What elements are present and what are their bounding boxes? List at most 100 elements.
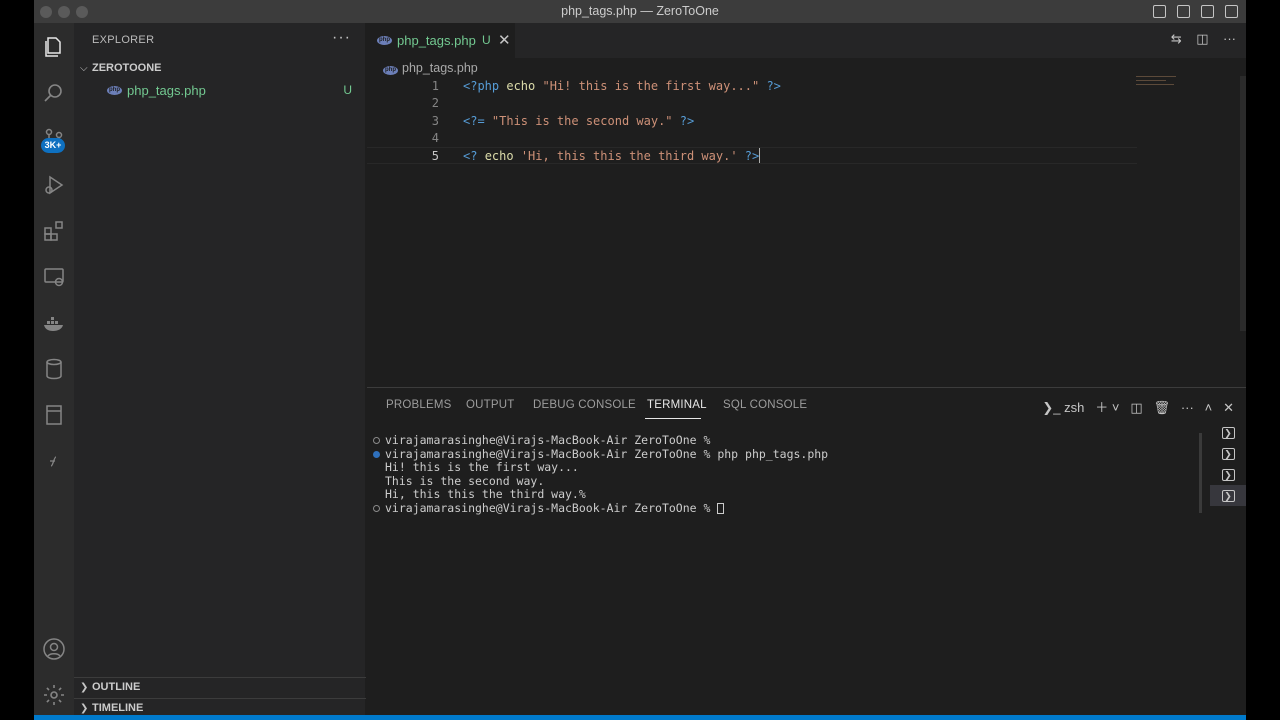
- chevron-right-icon: ❯: [80, 703, 89, 714]
- code-line[interactable]: 4: [367, 130, 1246, 147]
- code-token: "This is the second way.": [491, 113, 673, 128]
- split-terminal-icon[interactable]: ◫: [1130, 400, 1142, 415]
- terminal-instance[interactable]: ❯: [1210, 485, 1246, 506]
- toggle-sidebar-icon[interactable]: [1153, 5, 1166, 18]
- terminal-output[interactable]: virajamarasinghe@Virajs-MacBook-Air Zero…: [367, 433, 1202, 515]
- search-icon[interactable]: [38, 77, 70, 109]
- command-decoration-icon[interactable]: [373, 437, 380, 444]
- settings-gear-icon[interactable]: [38, 679, 70, 711]
- run-debug-icon[interactable]: [38, 169, 70, 201]
- open-changes-icon[interactable]: ⇆: [1171, 31, 1182, 46]
- code-text: <?= "This is the second way." ?>: [463, 113, 694, 130]
- breadcrumb[interactable]: php php_tags.php: [383, 61, 478, 79]
- docker-icon[interactable]: [38, 307, 70, 339]
- terminal-instance[interactable]: ❯: [1210, 443, 1246, 464]
- active-tab-indicator: [645, 418, 701, 419]
- chevron-right-icon: ❯: [80, 682, 89, 693]
- git-untracked-badge: U: [343, 83, 352, 97]
- php-file-icon: php: [107, 86, 122, 95]
- terminal-scrollbar[interactable]: [1199, 433, 1202, 513]
- split-editor-icon[interactable]: ◫: [1196, 31, 1208, 46]
- code-line[interactable]: 5 <? echo 'Hi, this this the third way.' …: [367, 147, 1137, 165]
- php-file-icon: php: [377, 36, 392, 45]
- close-panel-icon[interactable]: ✕: [1223, 400, 1234, 415]
- tab-debug-console[interactable]: DEBUG CONSOLE: [533, 399, 636, 411]
- code-token: <?=: [463, 113, 492, 128]
- terminal-text: virajamarasinghe@Virajs-MacBook-Air Zero…: [385, 446, 829, 461]
- more-actions-icon[interactable]: ···: [1181, 400, 1194, 415]
- new-terminal-icon[interactable]: ＋: [1095, 400, 1108, 415]
- customize-layout-icon[interactable]: [1225, 5, 1238, 18]
- code-editor[interactable]: 1 <?php echo "Hi! this is the first way..…: [367, 78, 1246, 165]
- close-icon[interactable]: ✕: [498, 31, 511, 49]
- tab-output[interactable]: OUTPUT: [466, 399, 514, 411]
- vscode-window: php_tags.php — ZeroToOne 3K+ EXPLORER ··…: [34, 0, 1246, 720]
- panel-actions: ❯_ zsh ＋ ˅ ◫ 🗑 ··· ˄ ✕: [1042, 397, 1234, 416]
- toggle-panel-icon[interactable]: [1177, 5, 1190, 18]
- code-token: ?>: [759, 79, 781, 93]
- terminal-line: virajamarasinghe@Virajs-MacBook-Air Zero…: [367, 446, 1202, 462]
- tab-terminal[interactable]: TERMINAL: [647, 399, 707, 411]
- minimap[interactable]: [1136, 76, 1180, 90]
- line-number: 3: [431, 113, 439, 128]
- shell-name[interactable]: zsh: [1064, 400, 1084, 415]
- editor-tab-bar: php php_tags.php U ✕ ⇆ ◫ ···: [367, 23, 1246, 58]
- terminal-text: virajamarasinghe@Virajs-MacBook-Air Zero…: [385, 433, 718, 447]
- code-token: echo: [484, 149, 521, 164]
- tab-php-tags[interactable]: php php_tags.php U ✕: [367, 23, 515, 58]
- explorer-icon[interactable]: [38, 31, 70, 63]
- book-icon[interactable]: [38, 399, 70, 431]
- text-caret: [759, 148, 761, 164]
- explorer-more-actions-button[interactable]: ···: [332, 29, 351, 47]
- line-number: 4: [431, 130, 439, 145]
- editor-actions: ⇆ ◫ ···: [1171, 31, 1236, 47]
- line-number: 5: [431, 149, 439, 164]
- terminal-cursor: [717, 502, 725, 514]
- more-actions-icon[interactable]: ···: [1223, 31, 1236, 46]
- maximize-panel-icon[interactable]: ˄: [1205, 400, 1213, 415]
- activity-bar: 3K+: [34, 23, 74, 720]
- code-token: "Hi! this is the first way...": [542, 79, 760, 93]
- bottom-panel: PROBLEMS OUTPUT DEBUG CONSOLE TERMINAL S…: [367, 387, 1246, 720]
- symfony-icon[interactable]: [38, 445, 70, 477]
- breadcrumb-file: php_tags.php: [402, 61, 478, 75]
- code-line[interactable]: 2: [367, 95, 1246, 112]
- terminal-text: This is the second way.: [385, 473, 545, 488]
- timeline-label: TIMELINE: [92, 702, 144, 714]
- title-bar: php_tags.php — ZeroToOne: [34, 0, 1246, 23]
- explorer-header: EXPLORER: [92, 34, 155, 46]
- file-name: php_tags.php: [127, 83, 206, 98]
- chevron-down-icon[interactable]: ˅: [1112, 400, 1120, 415]
- explorer-sidebar: EXPLORER ··· ⌵ ZEROTOONE php php_tags.ph…: [74, 23, 366, 720]
- code-token: ?>: [737, 149, 760, 164]
- code-token: <?: [463, 149, 485, 164]
- database-icon[interactable]: [38, 353, 70, 385]
- source-control-badge: 3K+: [41, 138, 65, 153]
- file-row-php-tags[interactable]: php php_tags.php U: [74, 80, 366, 102]
- editor-scrollbar[interactable]: [1240, 76, 1246, 331]
- code-token: echo: [506, 79, 543, 93]
- code-token: <?php: [463, 79, 507, 93]
- account-icon[interactable]: [38, 633, 70, 665]
- php-file-icon: php: [383, 66, 398, 75]
- tab-sql-console[interactable]: SQL CONSOLE: [723, 399, 807, 411]
- folder-zerotoone[interactable]: ⌵ ZEROTOONE: [74, 59, 366, 79]
- remote-explorer-icon[interactable]: [38, 261, 70, 293]
- toggle-secondary-sidebar-icon[interactable]: [1201, 5, 1214, 18]
- chevron-down-icon: ⌵: [80, 63, 88, 74]
- tab-problems[interactable]: PROBLEMS: [386, 399, 452, 411]
- outline-section[interactable]: ❯ OUTLINE: [74, 677, 366, 697]
- terminal-instance[interactable]: ❯: [1210, 464, 1246, 485]
- terminal-line: Hi, this this the third way.%: [367, 487, 1202, 502]
- letterbox-left: [0, 0, 34, 720]
- terminal-instance[interactable]: ❯: [1210, 422, 1246, 443]
- terminal-line: virajamarasinghe@Virajs-MacBook-Air Zero…: [367, 433, 1202, 448]
- command-decoration-icon[interactable]: [373, 450, 380, 458]
- code-line[interactable]: 3 <?= "This is the second way." ?>: [367, 113, 1246, 130]
- extensions-icon[interactable]: [38, 215, 70, 247]
- trash-icon[interactable]: 🗑: [1153, 400, 1170, 415]
- line-number: 2: [431, 96, 439, 111]
- code-token: ?>: [672, 113, 695, 128]
- command-decoration-icon[interactable]: [373, 504, 380, 512]
- code-line[interactable]: 1 <?php echo "Hi! this is the first way..…: [367, 78, 1246, 95]
